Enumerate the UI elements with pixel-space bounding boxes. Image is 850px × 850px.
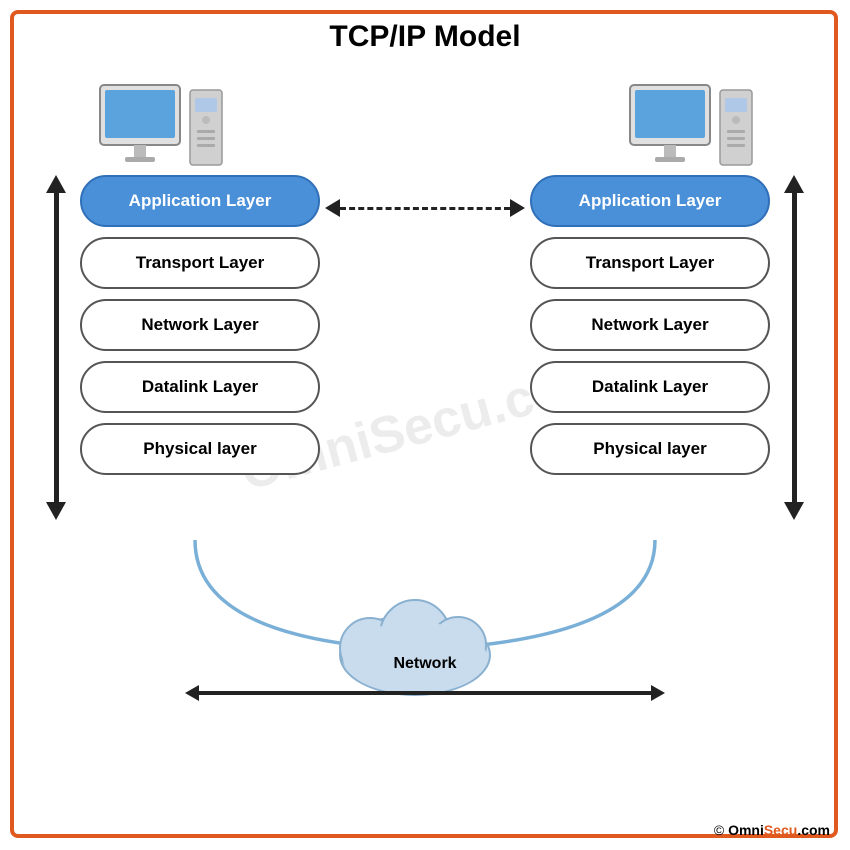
- network-label: Network: [393, 655, 456, 672]
- brand-omni: Omni: [728, 822, 764, 838]
- arrow-down-icon-r: [784, 502, 804, 520]
- arrow-up-icon-r: [784, 175, 804, 193]
- arrow-shaft-r: [792, 193, 797, 502]
- left-datalink-layer: Datalink Layer: [80, 361, 320, 413]
- right-computer: [620, 80, 760, 185]
- dashed-arrow-container: [325, 193, 525, 223]
- right-physical-layer: Physical layer: [530, 423, 770, 475]
- right-layers-stack: Application Layer Transport Layer Networ…: [530, 175, 770, 475]
- left-app-layer: Application Layer: [80, 175, 320, 227]
- arrow-left-icon: [325, 199, 340, 217]
- left-vertical-arrow: [43, 175, 69, 520]
- computers-row: [0, 80, 850, 185]
- left-physical-layer: Physical layer: [80, 423, 320, 475]
- arrow-up-icon: [46, 175, 66, 193]
- right-transport-layer: Transport Layer: [530, 237, 770, 289]
- right-vertical-arrow: [781, 175, 807, 520]
- network-svg: Network: [0, 530, 850, 710]
- right-network-layer: Network Layer: [530, 299, 770, 351]
- left-layers-stack: Application Layer Transport Layer Networ…: [80, 175, 320, 475]
- brand-dotcom: .com: [797, 822, 830, 838]
- arrow-shaft: [54, 193, 59, 502]
- network-section: Network: [0, 530, 850, 730]
- brand-secu: Secu: [764, 822, 797, 838]
- left-computer: [90, 80, 230, 185]
- footer: © OmniSecu.com: [714, 822, 830, 838]
- bottom-arrow-left-icon: [185, 685, 199, 701]
- arrow-down-icon: [46, 502, 66, 520]
- right-app-layer: Application Layer: [530, 175, 770, 227]
- copyright-symbol: ©: [714, 822, 724, 838]
- bottom-arrow-right-icon: [651, 685, 665, 701]
- left-network-layer: Network Layer: [80, 299, 320, 351]
- left-transport-layer: Transport Layer: [80, 237, 320, 289]
- right-datalink-layer: Datalink Layer: [530, 361, 770, 413]
- dashed-line: [340, 207, 510, 210]
- arrow-right-icon: [510, 199, 525, 217]
